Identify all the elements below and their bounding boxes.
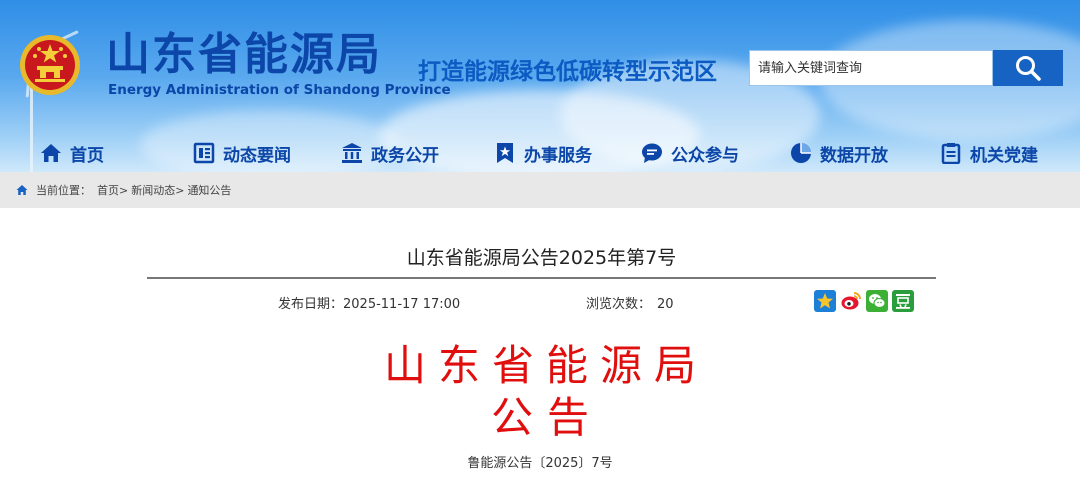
nav-item-label: 办事服务: [524, 145, 592, 166]
douban-icon: [896, 294, 910, 309]
breadcrumb-link-notices[interactable]: 通知公告: [187, 182, 231, 198]
nav-item-open-data[interactable]: 数据开放: [790, 138, 888, 168]
home-icon: [16, 185, 28, 195]
share-bar: [814, 290, 914, 312]
nav-item-news[interactable]: 动态要闻: [193, 138, 291, 168]
share-qzone-button[interactable]: [814, 290, 836, 312]
site-header: 山东省能源局 Energy Administration of Shandong…: [0, 0, 1080, 172]
pie-chart-icon: [791, 143, 811, 163]
document-number: 鲁能源公告〔2025〕7号: [467, 456, 613, 471]
nav-item-party-building[interactable]: 机关党建: [940, 138, 1038, 168]
publish-date: 发布日期：2025-11-17 17:00: [278, 293, 460, 312]
share-wechat-button[interactable]: [866, 290, 888, 312]
breadcrumb-separator: >: [119, 183, 129, 197]
search-icon: [1016, 56, 1041, 81]
breadcrumb-link-news[interactable]: 新闻动态: [131, 182, 175, 198]
breadcrumb: 当前位置： 首页 > 新闻动态 > 通知公告: [16, 172, 231, 208]
share-weibo-button[interactable]: [840, 290, 862, 312]
qzone-star-icon: [817, 293, 833, 309]
wechat-icon: [869, 294, 886, 308]
bookmark-star-icon: [497, 143, 513, 163]
site-title[interactable]: 山东省能源局: [106, 28, 382, 82]
main-nav: 首页 动态要闻 政务公开 办事服务 公众参与 数据开放 机关党建: [0, 134, 1080, 172]
government-building-icon: [342, 143, 362, 163]
breadcrumb-bar: 当前位置： 首页 > 新闻动态 > 通知公告: [0, 172, 1080, 208]
view-count-value: 20: [657, 297, 674, 312]
search-input[interactable]: [750, 51, 996, 85]
weibo-icon: [841, 292, 861, 310]
red-heading-organization: 山东省能源局: [383, 341, 708, 390]
red-heading-announcement: 公告: [490, 393, 603, 442]
nav-item-label: 公众参与: [671, 145, 739, 166]
nav-item-services[interactable]: 办事服务: [494, 138, 592, 168]
view-count-label: 浏览次数：: [586, 297, 652, 312]
nav-item-government-affairs[interactable]: 政务公开: [341, 138, 439, 168]
nav-item-label: 动态要闻: [223, 145, 291, 166]
article-title: 山东省能源局公告2025年第7号: [406, 247, 677, 269]
site-subtitle: Energy Administration of Shandong Provin…: [108, 82, 451, 98]
site-slogan: 打造能源绿色低碳转型示范区: [418, 59, 717, 85]
nav-item-label: 数据开放: [820, 145, 888, 166]
nav-item-label: 政务公开: [371, 145, 439, 166]
breadcrumb-link-home[interactable]: 首页: [97, 182, 119, 198]
search-box: [749, 50, 996, 86]
nav-item-public-participation[interactable]: 公众参与: [641, 138, 739, 168]
share-douban-button[interactable]: [892, 290, 914, 312]
news-icon: [193, 142, 215, 164]
nav-item-label: 首页: [70, 145, 104, 166]
national-emblem-logo: [20, 35, 80, 95]
title-divider: [147, 277, 936, 279]
publish-date-label: 发布日期：: [278, 297, 344, 312]
search-button[interactable]: [993, 50, 1063, 86]
publish-date-value: 2025-11-17 17:00: [343, 297, 461, 312]
breadcrumb-separator: >: [175, 183, 185, 197]
home-icon: [41, 144, 61, 162]
nav-item-home[interactable]: 首页: [40, 138, 104, 168]
breadcrumb-prefix: 当前位置：: [36, 184, 91, 197]
nav-item-label: 机关党建: [970, 145, 1038, 166]
view-count: 浏览次数： 20: [586, 293, 674, 312]
clipboard-icon: [941, 143, 961, 164]
chat-bubble-icon: [642, 143, 662, 163]
